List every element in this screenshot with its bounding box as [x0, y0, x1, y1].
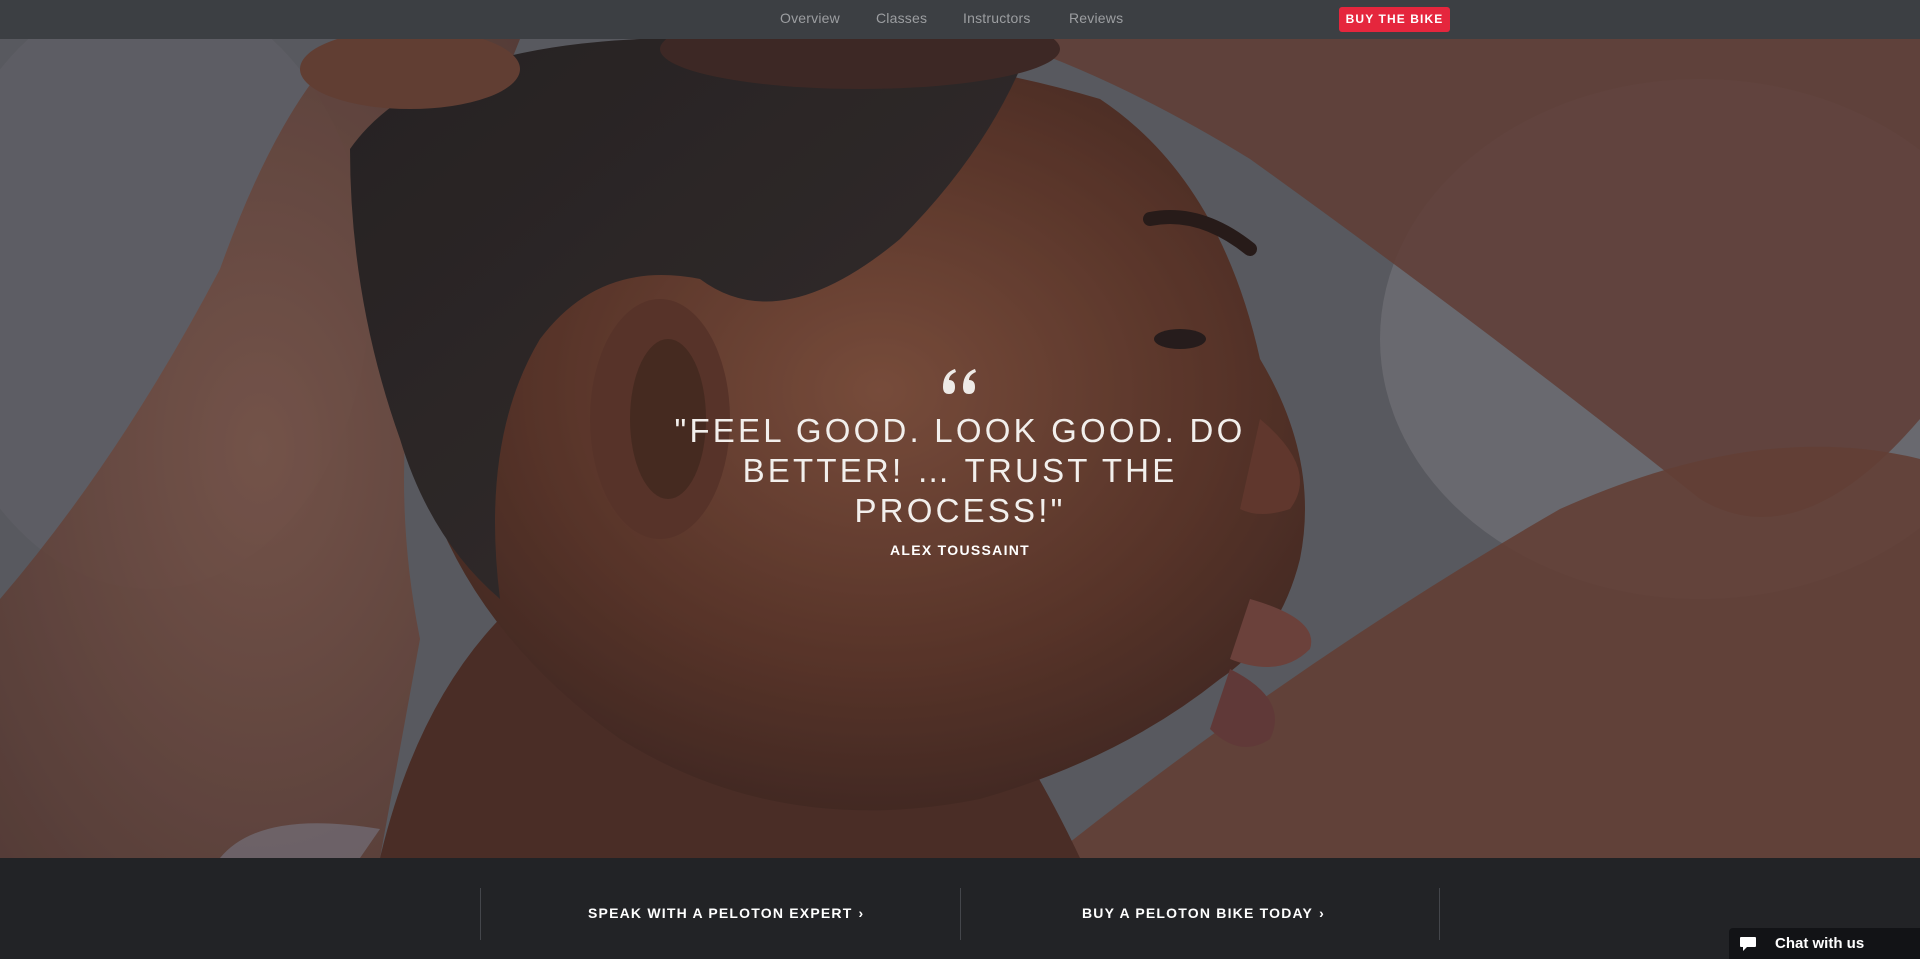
quote-mark-icon: [943, 369, 976, 394]
divider: [1439, 888, 1440, 940]
buy-peloton-bike-link[interactable]: BUY A PELOTON BIKE TODAY ›: [1082, 905, 1325, 921]
nav-link-reviews[interactable]: Reviews: [1069, 10, 1123, 26]
hero-section: "FEEL GOOD. LOOK GOOD. DO BETTER! … TRUS…: [0, 39, 1920, 858]
quote-author: ALEX TOUSSAINT: [889, 542, 1031, 558]
divider: [960, 888, 961, 940]
nav-link-overview[interactable]: Overview: [780, 10, 840, 26]
buy-the-bike-button[interactable]: BUY THE BIKE: [1339, 7, 1450, 32]
chevron-right-icon: ›: [858, 905, 865, 921]
divider: [480, 888, 481, 940]
nav-link-classes[interactable]: Classes: [876, 10, 927, 26]
top-navigation-bar: Overview Classes Instructors Reviews BUY…: [0, 0, 1920, 39]
bottom-cta-bar: SPEAK WITH A PELOTON EXPERT › BUY A PELOT…: [0, 858, 1920, 959]
nav-links: Overview Classes Instructors Reviews: [0, 0, 1920, 39]
chat-widget-button[interactable]: Chat with us: [1729, 928, 1920, 959]
chevron-right-icon: ›: [1319, 905, 1325, 921]
buy-peloton-bike-label: BUY A PELOTON BIKE TODAY: [1082, 905, 1314, 921]
speak-with-expert-link[interactable]: SPEAK WITH A PELOTON EXPERT ›: [588, 905, 864, 921]
hero-quote: "FEEL GOOD. LOOK GOOD. DO BETTER! … TRUS…: [674, 412, 1246, 529]
speak-with-expert-label: SPEAK WITH A PELOTON EXPERT: [588, 905, 853, 921]
chat-bubble-icon: [1740, 937, 1756, 951]
chat-label: Chat with us: [1775, 935, 1865, 952]
nav-link-instructors[interactable]: Instructors: [963, 10, 1031, 26]
